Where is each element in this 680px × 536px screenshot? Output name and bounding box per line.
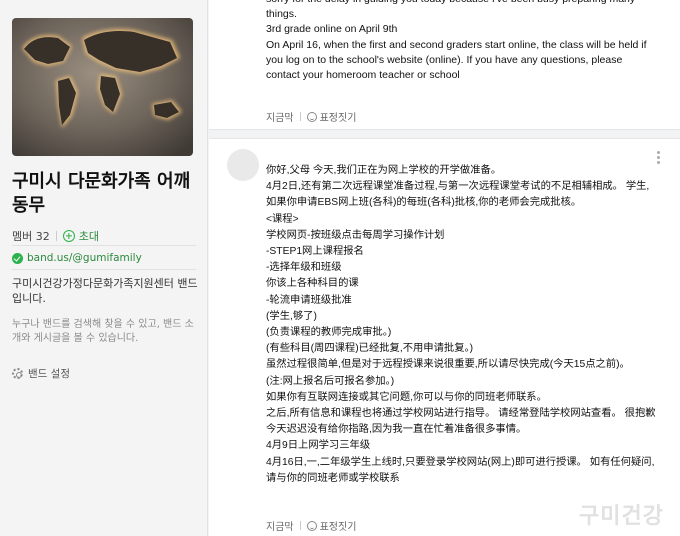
watermark: 구미건강: [579, 504, 664, 529]
post-line: (注:网上报名后可报名参加。): [266, 375, 395, 387]
post-line: <课程>: [266, 213, 299, 225]
band-url-link[interactable]: band.us/@gumifamily: [12, 252, 142, 264]
emote-button[interactable]: 표정짓기: [306, 518, 357, 533]
member-count[interactable]: 멤버 32: [12, 228, 50, 244]
band-name: 구미시 다문화가족 어깨동무: [12, 171, 191, 216]
post-body: 你好,父母 今天,我们正在为网上学校的开学做准备。 4月2日,还有第二次远程课堂…: [266, 163, 658, 487]
post-time: 지금막: [266, 113, 294, 124]
post-line: -选择年级和班级: [266, 262, 342, 274]
post-line: 4月2日,还有第二次远程课堂准备过程,与第一次远程课堂考试的不足相辅相成。 学生…: [266, 181, 650, 209]
sidebar-divider: [12, 245, 196, 246]
emote-label: 표정짓기: [319, 113, 357, 124]
emote-label: 표정짓기: [319, 522, 357, 533]
post-line: 学校网页-按班级点击每周学习操作计划: [266, 229, 445, 241]
post-card: 你好,父母 今天,我们正在为网上学校的开学做准备。 4月2日,还有第二次远程课堂…: [209, 138, 680, 536]
post-line: (有些科目(周四课程)已经批复,不用申请批复。): [266, 343, 474, 355]
band-settings-button[interactable]: 밴드 설정: [12, 366, 70, 381]
post-time: 지금막: [266, 522, 294, 533]
post-line: 你好,父母 今天,我们正在为网上学校的开学做准备。: [266, 165, 502, 176]
post-line: 虽然过程很简单,但是对于远程授课来说很重要,所以请尽快完成(今天15点之前)。: [266, 359, 630, 371]
band-cover-image[interactable]: [12, 18, 193, 156]
smile-icon: [306, 111, 317, 122]
post-line: 4月16日,一,二年级学生上线时,只要登录学校网站(网上)即可进行授课。 如有任…: [266, 456, 655, 484]
post-line: 之后,所有信息和课程也将通过学校网站进行指导。 请经常登陆学校网站查看。 很抱歉…: [266, 408, 656, 436]
band-visibility-note: 누구나 밴드를 검색해 찾을 수 있고, 밴드 소개와 게시글을 볼 수 있습니…: [12, 319, 194, 344]
post-line: -轮流申请班级批准: [266, 294, 352, 306]
member-row: 멤버 32 초대: [12, 228, 99, 244]
post-actions: 지금막 표정짓기: [266, 518, 356, 533]
smile-icon: [306, 520, 317, 531]
post-line: (学生,够了): [266, 310, 317, 322]
band-url-text: band.us/@gumifamily: [27, 252, 142, 264]
post-line: -STEP1网上课程报名: [266, 246, 364, 258]
post-line: 3rd grade online on April 9th: [266, 23, 398, 36]
post-line: 4月9日上网学习三年级: [266, 440, 371, 452]
post-body: sorry for the delay in guiding you today…: [266, 0, 658, 83]
avatar[interactable]: [227, 149, 259, 181]
invite-button[interactable]: 초대: [62, 228, 99, 244]
sidebar-divider: [12, 269, 196, 270]
post-feed: sorry for the delay in guiding you today…: [209, 0, 680, 536]
post-line: 如果你有互联网连接或其它问题,你可以与你的同班老师联系。: [266, 391, 547, 403]
post-line: 你该上各种科目的课: [266, 278, 359, 290]
plus-circle-icon: [62, 230, 75, 242]
divider: [55, 231, 57, 241]
invite-label: 초대: [78, 230, 99, 243]
divider: [299, 521, 301, 530]
divider: [299, 112, 301, 121]
post-line: On April 16, when the first and second g…: [266, 38, 647, 82]
post-actions: 지금막 표정짓기: [266, 109, 356, 124]
gear-icon: [12, 368, 23, 379]
emote-button[interactable]: 표정짓기: [306, 109, 357, 124]
post-card: sorry for the delay in guiding you today…: [209, 0, 680, 130]
verified-check-icon: [12, 252, 23, 264]
post-line: sorry for the delay in guiding you today…: [266, 0, 635, 21]
band-description: 구미시건강가정다문화가족지원센터 밴드입니다.: [12, 277, 198, 305]
post-line: (负责课程的教师完成审批。): [266, 327, 392, 339]
band-settings-label: 밴드 설정: [28, 368, 70, 380]
band-sidebar: 구미시 다문화가족 어깨동무 멤버 32 초대 band.us/@gumifam…: [0, 0, 208, 536]
